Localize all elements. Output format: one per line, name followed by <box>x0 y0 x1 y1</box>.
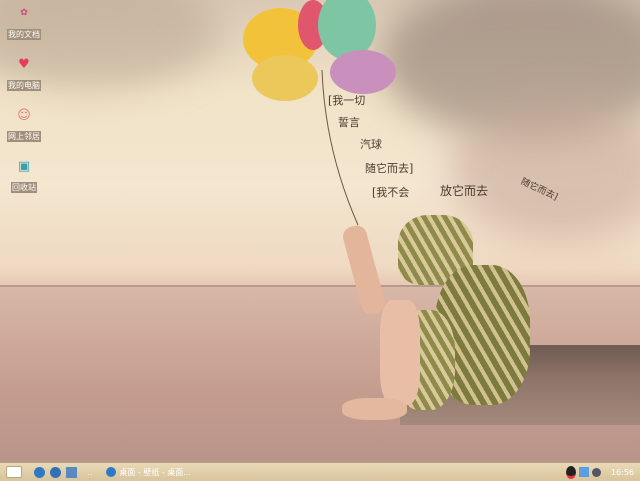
ie-icon <box>106 467 117 477</box>
desktop-icon-recycle-bin[interactable]: ▣ 回收站 <box>4 157 44 194</box>
network-tray-icon[interactable] <box>578 467 589 477</box>
start-button[interactable] <box>6 466 22 478</box>
my-documents-icon: ✿ <box>20 8 28 18</box>
desktop-icon[interactable] <box>66 466 77 478</box>
clock[interactable]: 16:56 <box>611 468 634 477</box>
desktop-icon-my-documents[interactable]: ✿ 我的文档 <box>4 4 44 41</box>
qq-icon[interactable] <box>565 465 576 479</box>
taskbar-task-button[interactable]: 桌面 - 壁纸 - 桌面... <box>106 467 191 478</box>
desktop-icon-network[interactable]: ☺ 网上邻居 <box>4 106 44 143</box>
recycle-bin-icon: ▣ <box>17 158 31 174</box>
volume-icon[interactable] <box>591 467 601 477</box>
balloon-string <box>321 69 359 226</box>
taskbar-separator: ‥ <box>87 467 93 477</box>
media-icon[interactable] <box>50 466 61 478</box>
heart-computer-icon: ♥ <box>18 56 30 72</box>
taskbar: ‥ 桌面 - 壁纸 - 桌面... 16:56 <box>0 462 640 481</box>
ie-icon[interactable] <box>34 466 45 478</box>
desktop-icon-my-computer[interactable]: ♥ 我的电脑 <box>4 55 44 92</box>
network-icon: ☺ <box>17 107 31 123</box>
desktop: [我一切 誓言 汽球 随它而去] [我不会 放它而去 随它而去] ✿ 我的文档 … <box>0 0 640 462</box>
